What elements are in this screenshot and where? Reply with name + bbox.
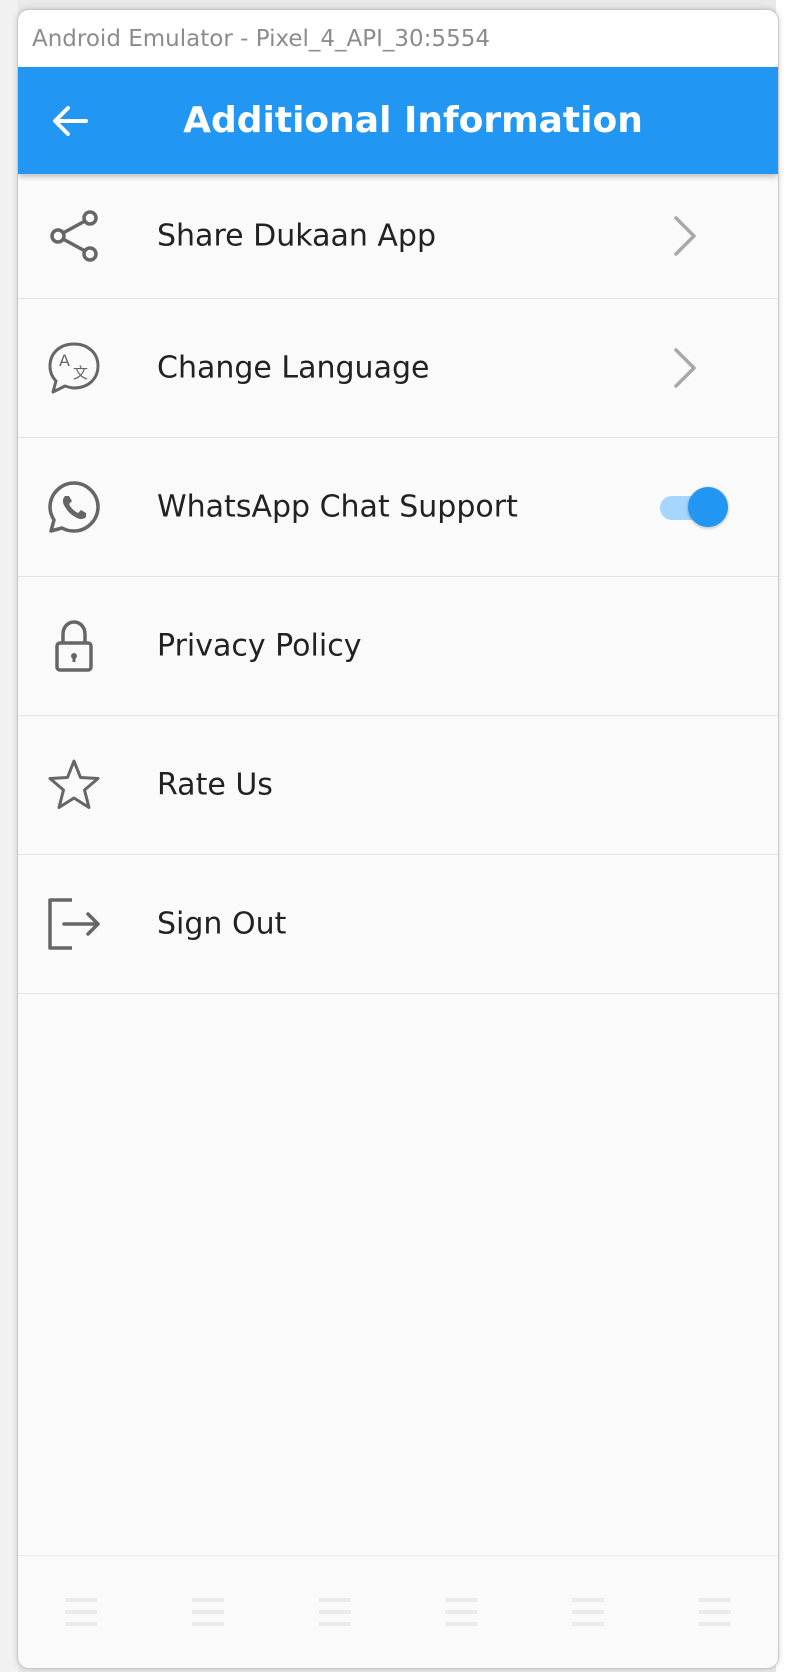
list-item-label: Rate Us <box>157 767 273 803</box>
list-icon <box>571 1598 604 1626</box>
list-item-whatsapp-support: WhatsApp Chat Support <box>18 438 778 577</box>
list-icon <box>65 1598 98 1626</box>
window-titlebar: Android Emulator - Pixel_4_API_30:5554 <box>18 10 778 67</box>
whatsapp-toggle[interactable] <box>658 487 730 527</box>
bottom-nav-item[interactable] <box>431 1582 491 1642</box>
list-icon <box>445 1598 478 1626</box>
list-item-change-language[interactable]: A 文 Change Language <box>18 299 778 438</box>
window-title: Android Emulator - Pixel_4_API_30:5554 <box>32 25 490 52</box>
svg-text:文: 文 <box>73 364 88 382</box>
list-item-label: Privacy Policy <box>157 628 362 664</box>
bottom-navigation <box>18 1555 778 1668</box>
list-icon <box>318 1598 351 1626</box>
bottom-nav-item[interactable] <box>51 1582 111 1642</box>
list-item-label: WhatsApp Chat Support <box>157 489 518 525</box>
list-item-privacy-policy[interactable]: Privacy Policy <box>18 577 778 716</box>
list-item-label: Change Language <box>157 350 430 386</box>
svg-text:A: A <box>59 351 70 370</box>
translate-icon: A 文 <box>48 342 100 394</box>
app-bar: Additional Information <box>18 67 778 174</box>
background-left <box>0 0 18 1672</box>
list-item-sign-out[interactable]: Sign Out <box>18 855 778 994</box>
emulator-window: Android Emulator - Pixel_4_API_30:5554 A… <box>17 9 779 1669</box>
toggle-thumb <box>688 487 728 527</box>
share-icon <box>50 210 98 262</box>
list-item-rate-us[interactable]: Rate Us <box>18 716 778 855</box>
bottom-nav-item[interactable] <box>685 1582 745 1642</box>
chevron-right-icon <box>674 216 696 256</box>
bottom-nav-item[interactable] <box>305 1582 365 1642</box>
lock-icon <box>55 620 93 672</box>
page-title: Additional Information <box>183 100 643 141</box>
logout-icon <box>48 898 100 950</box>
list-icon <box>698 1598 731 1626</box>
settings-list: Share Dukaan App A 文 Change Language Wha… <box>18 174 778 994</box>
chevron-right-icon <box>674 348 696 388</box>
list-item-label: Share Dukaan App <box>157 218 436 254</box>
bottom-nav-item[interactable] <box>178 1582 238 1642</box>
star-icon <box>48 759 100 809</box>
bottom-nav-item[interactable] <box>558 1582 618 1642</box>
whatsapp-icon <box>48 481 100 533</box>
list-icon <box>191 1598 224 1626</box>
list-item-label: Sign Out <box>157 906 287 942</box>
list-item-share-app[interactable]: Share Dukaan App <box>18 174 778 299</box>
